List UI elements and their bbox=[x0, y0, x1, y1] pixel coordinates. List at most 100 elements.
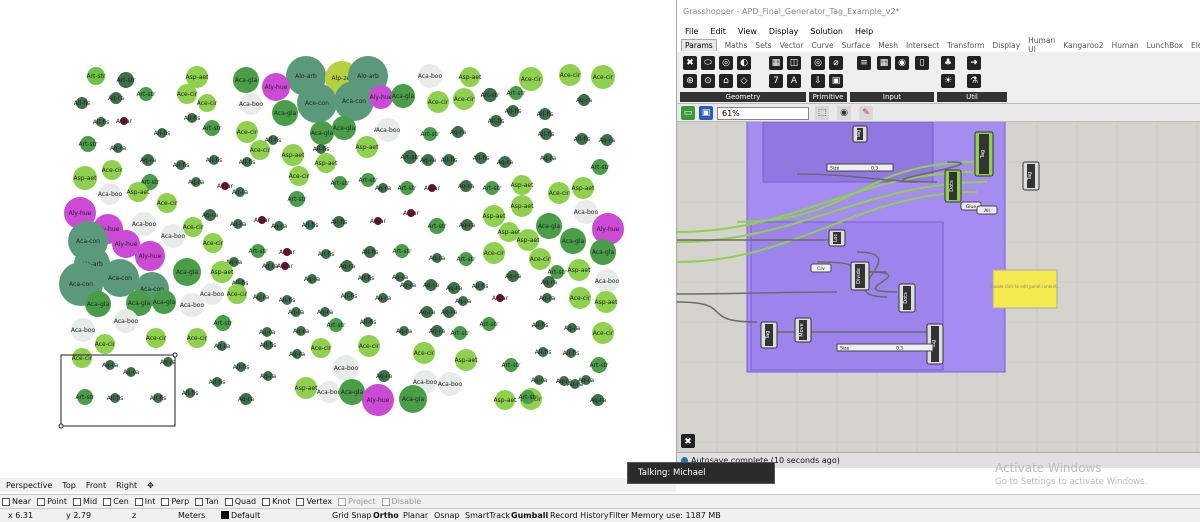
bubble-node[interactable]: Ace-cir bbox=[227, 284, 248, 304]
component-icon[interactable]: ◉ bbox=[895, 56, 909, 70]
bubble-node[interactable]: Aq-ra bbox=[288, 307, 304, 317]
bubble-node[interactable]: Aq-ra bbox=[459, 219, 475, 231]
bubble-node[interactable]: Art-str bbox=[482, 181, 502, 195]
view-tab-right[interactable]: Right bbox=[116, 481, 137, 490]
view-tab-top[interactable]: Top bbox=[62, 481, 76, 490]
bubble-node[interactable]: Art-str bbox=[213, 315, 233, 331]
checkbox[interactable] bbox=[338, 497, 347, 506]
bubble-node[interactable]: Ace-cir bbox=[427, 91, 449, 113]
gh-component[interactable]: Divide bbox=[850, 261, 870, 291]
osnap-vertex[interactable]: Vertex bbox=[296, 497, 332, 506]
component-icon[interactable]: ♣ bbox=[941, 56, 955, 70]
component-icon[interactable]: ▯ bbox=[915, 56, 929, 70]
bubble-node[interactable]: Aca-boo bbox=[71, 318, 96, 342]
checkbox[interactable] bbox=[262, 497, 271, 506]
bubble-node[interactable]: Ace-cir bbox=[183, 217, 204, 237]
gh-tab-elefr[interactable]: Elefr bbox=[1191, 41, 1200, 50]
checkbox[interactable] bbox=[296, 497, 305, 506]
bubble-node[interactable]: Aq-ra bbox=[400, 280, 416, 290]
bubble-node[interactable]: Ace-cir bbox=[203, 233, 224, 253]
bubble-node[interactable]: Aq-ar bbox=[277, 262, 294, 270]
save-file-icon[interactable]: ▣ bbox=[699, 106, 713, 120]
bubble-node[interactable]: All-fis bbox=[563, 348, 580, 358]
bubble-node[interactable]: Art-str bbox=[501, 358, 521, 372]
bubble-node[interactable]: All-fis bbox=[302, 220, 319, 230]
bubble-node[interactable]: Ace-cir bbox=[311, 338, 332, 358]
component-icon[interactable]: ◐ bbox=[737, 56, 751, 70]
bubble-node[interactable]: Aq-ra bbox=[232, 187, 248, 197]
bubble-node[interactable]: Aq-ra bbox=[260, 371, 276, 381]
bubble-node[interactable]: Aca-gla bbox=[310, 121, 334, 145]
menu-solution[interactable]: Solution bbox=[810, 27, 843, 36]
bubble-node[interactable]: Aly-hue bbox=[362, 384, 394, 416]
bubble-node[interactable]: Aq-ra bbox=[214, 341, 230, 351]
bubble-node[interactable]: Aq-ra bbox=[458, 180, 474, 192]
bubble-node[interactable]: Aca-gla bbox=[272, 100, 298, 126]
bubble-node[interactable]: Aq-ra bbox=[102, 360, 118, 370]
bubble-node[interactable]: Aq-ar bbox=[424, 184, 441, 192]
bubble-node[interactable]: Aq-ra bbox=[441, 306, 457, 318]
bubble-node[interactable]: Ace-cir bbox=[157, 193, 178, 213]
gh-tab-mesh[interactable]: Mesh bbox=[878, 41, 898, 50]
panel-primitive[interactable]: Primitive bbox=[809, 92, 847, 102]
bubble-node[interactable]: Aq-ar bbox=[254, 216, 271, 224]
bubble-node[interactable]: Ace-cir bbox=[548, 182, 570, 204]
bubble-node[interactable]: Aca-gla bbox=[590, 239, 616, 265]
component-icon[interactable]: ▦ bbox=[877, 56, 891, 70]
gh-tab-kangaroo2[interactable]: Kangaroo2 bbox=[1063, 41, 1103, 50]
bubble-node[interactable]: Aq-ra bbox=[396, 326, 412, 336]
bubble-node[interactable]: Aq-ra bbox=[259, 327, 275, 337]
bubble-node[interactable]: Asp-aet bbox=[295, 377, 319, 399]
component-icon[interactable]: A bbox=[787, 74, 801, 88]
bubble-node[interactable]: Aca-gla bbox=[391, 84, 415, 108]
gh-component[interactable]: Dots bbox=[898, 283, 916, 313]
gh-component[interactable]: Dots bbox=[944, 169, 962, 203]
bubble-node[interactable]: Asp-aet bbox=[595, 291, 619, 313]
gh-component[interactable]: Tag bbox=[760, 321, 778, 349]
bubble-node[interactable]: Ace-cir bbox=[519, 67, 543, 91]
bubble-node[interactable]: All-fis bbox=[239, 157, 256, 167]
osnap-toggle[interactable]: Osnap bbox=[434, 511, 460, 520]
bubble-node[interactable]: Aca-gla bbox=[536, 213, 562, 239]
bubble-node[interactable]: All-fis bbox=[341, 291, 358, 301]
bubble-node[interactable]: Art-str bbox=[75, 389, 95, 405]
bubble-node[interactable]: Ace-cir bbox=[592, 322, 614, 344]
gh-tab-lunchbox[interactable]: LunchBox bbox=[1147, 41, 1183, 50]
gh-param[interactable]: All bbox=[976, 205, 998, 215]
canvas-close-icon[interactable]: ✖ bbox=[681, 434, 695, 448]
bubble-node[interactable]: All-fis bbox=[574, 133, 591, 145]
bubble-node[interactable]: All-fis bbox=[473, 152, 490, 164]
bubble-node[interactable]: Aq-ra bbox=[455, 296, 471, 306]
bubble-node[interactable]: Ace-cir bbox=[559, 64, 581, 86]
bubble-node[interactable]: Aq-ra bbox=[419, 306, 435, 318]
view-tab-front[interactable]: Front bbox=[86, 481, 106, 490]
bubble-node[interactable]: Asp-aet bbox=[73, 166, 97, 190]
bubble-node[interactable]: Asp-aet bbox=[315, 153, 339, 173]
gh-tab-display[interactable]: Display bbox=[992, 41, 1020, 50]
planar-toggle[interactable]: Planar bbox=[403, 511, 428, 520]
number-slider[interactable]: Size 0.3 bbox=[836, 343, 934, 352]
bubble-node[interactable]: All-fis bbox=[535, 347, 552, 357]
gh-tab-sets[interactable]: Sets bbox=[755, 41, 771, 50]
bubble-node[interactable]: Aq-ra bbox=[540, 153, 556, 163]
open-file-icon[interactable]: ▭ bbox=[681, 106, 695, 120]
bubble-node[interactable]: All-fis bbox=[362, 246, 379, 258]
bubble-node[interactable]: Aq-ar bbox=[279, 248, 296, 256]
bubble-node[interactable]: Aca-gla bbox=[560, 228, 586, 254]
bubble-node[interactable]: Aca-boo bbox=[333, 355, 359, 381]
bubble-node[interactable]: All-fis bbox=[538, 128, 555, 140]
bubble-node[interactable]: All-fis bbox=[532, 320, 549, 330]
bubble-node[interactable]: Aq-ra bbox=[271, 221, 287, 231]
bubble-node[interactable]: Ace-con bbox=[297, 83, 337, 123]
bubble-node[interactable]: All-fis bbox=[360, 317, 377, 327]
osnap-tan[interactable]: Tan bbox=[195, 497, 219, 506]
gh-tab-human[interactable]: Human bbox=[1112, 41, 1139, 50]
group-top[interactable] bbox=[762, 122, 934, 183]
bubble-node[interactable]: Art-str bbox=[326, 318, 346, 332]
bubble-node[interactable]: Ace-cir bbox=[591, 65, 615, 89]
bubble-node[interactable]: All-fis bbox=[173, 160, 190, 170]
bubble-node[interactable]: Aq-ra bbox=[140, 154, 156, 166]
bubble-node[interactable]: Aq-ra bbox=[293, 326, 309, 336]
bubble-node[interactable]: Asp-aet bbox=[455, 349, 479, 371]
bubble-node[interactable]: Aq-ra bbox=[599, 134, 615, 146]
